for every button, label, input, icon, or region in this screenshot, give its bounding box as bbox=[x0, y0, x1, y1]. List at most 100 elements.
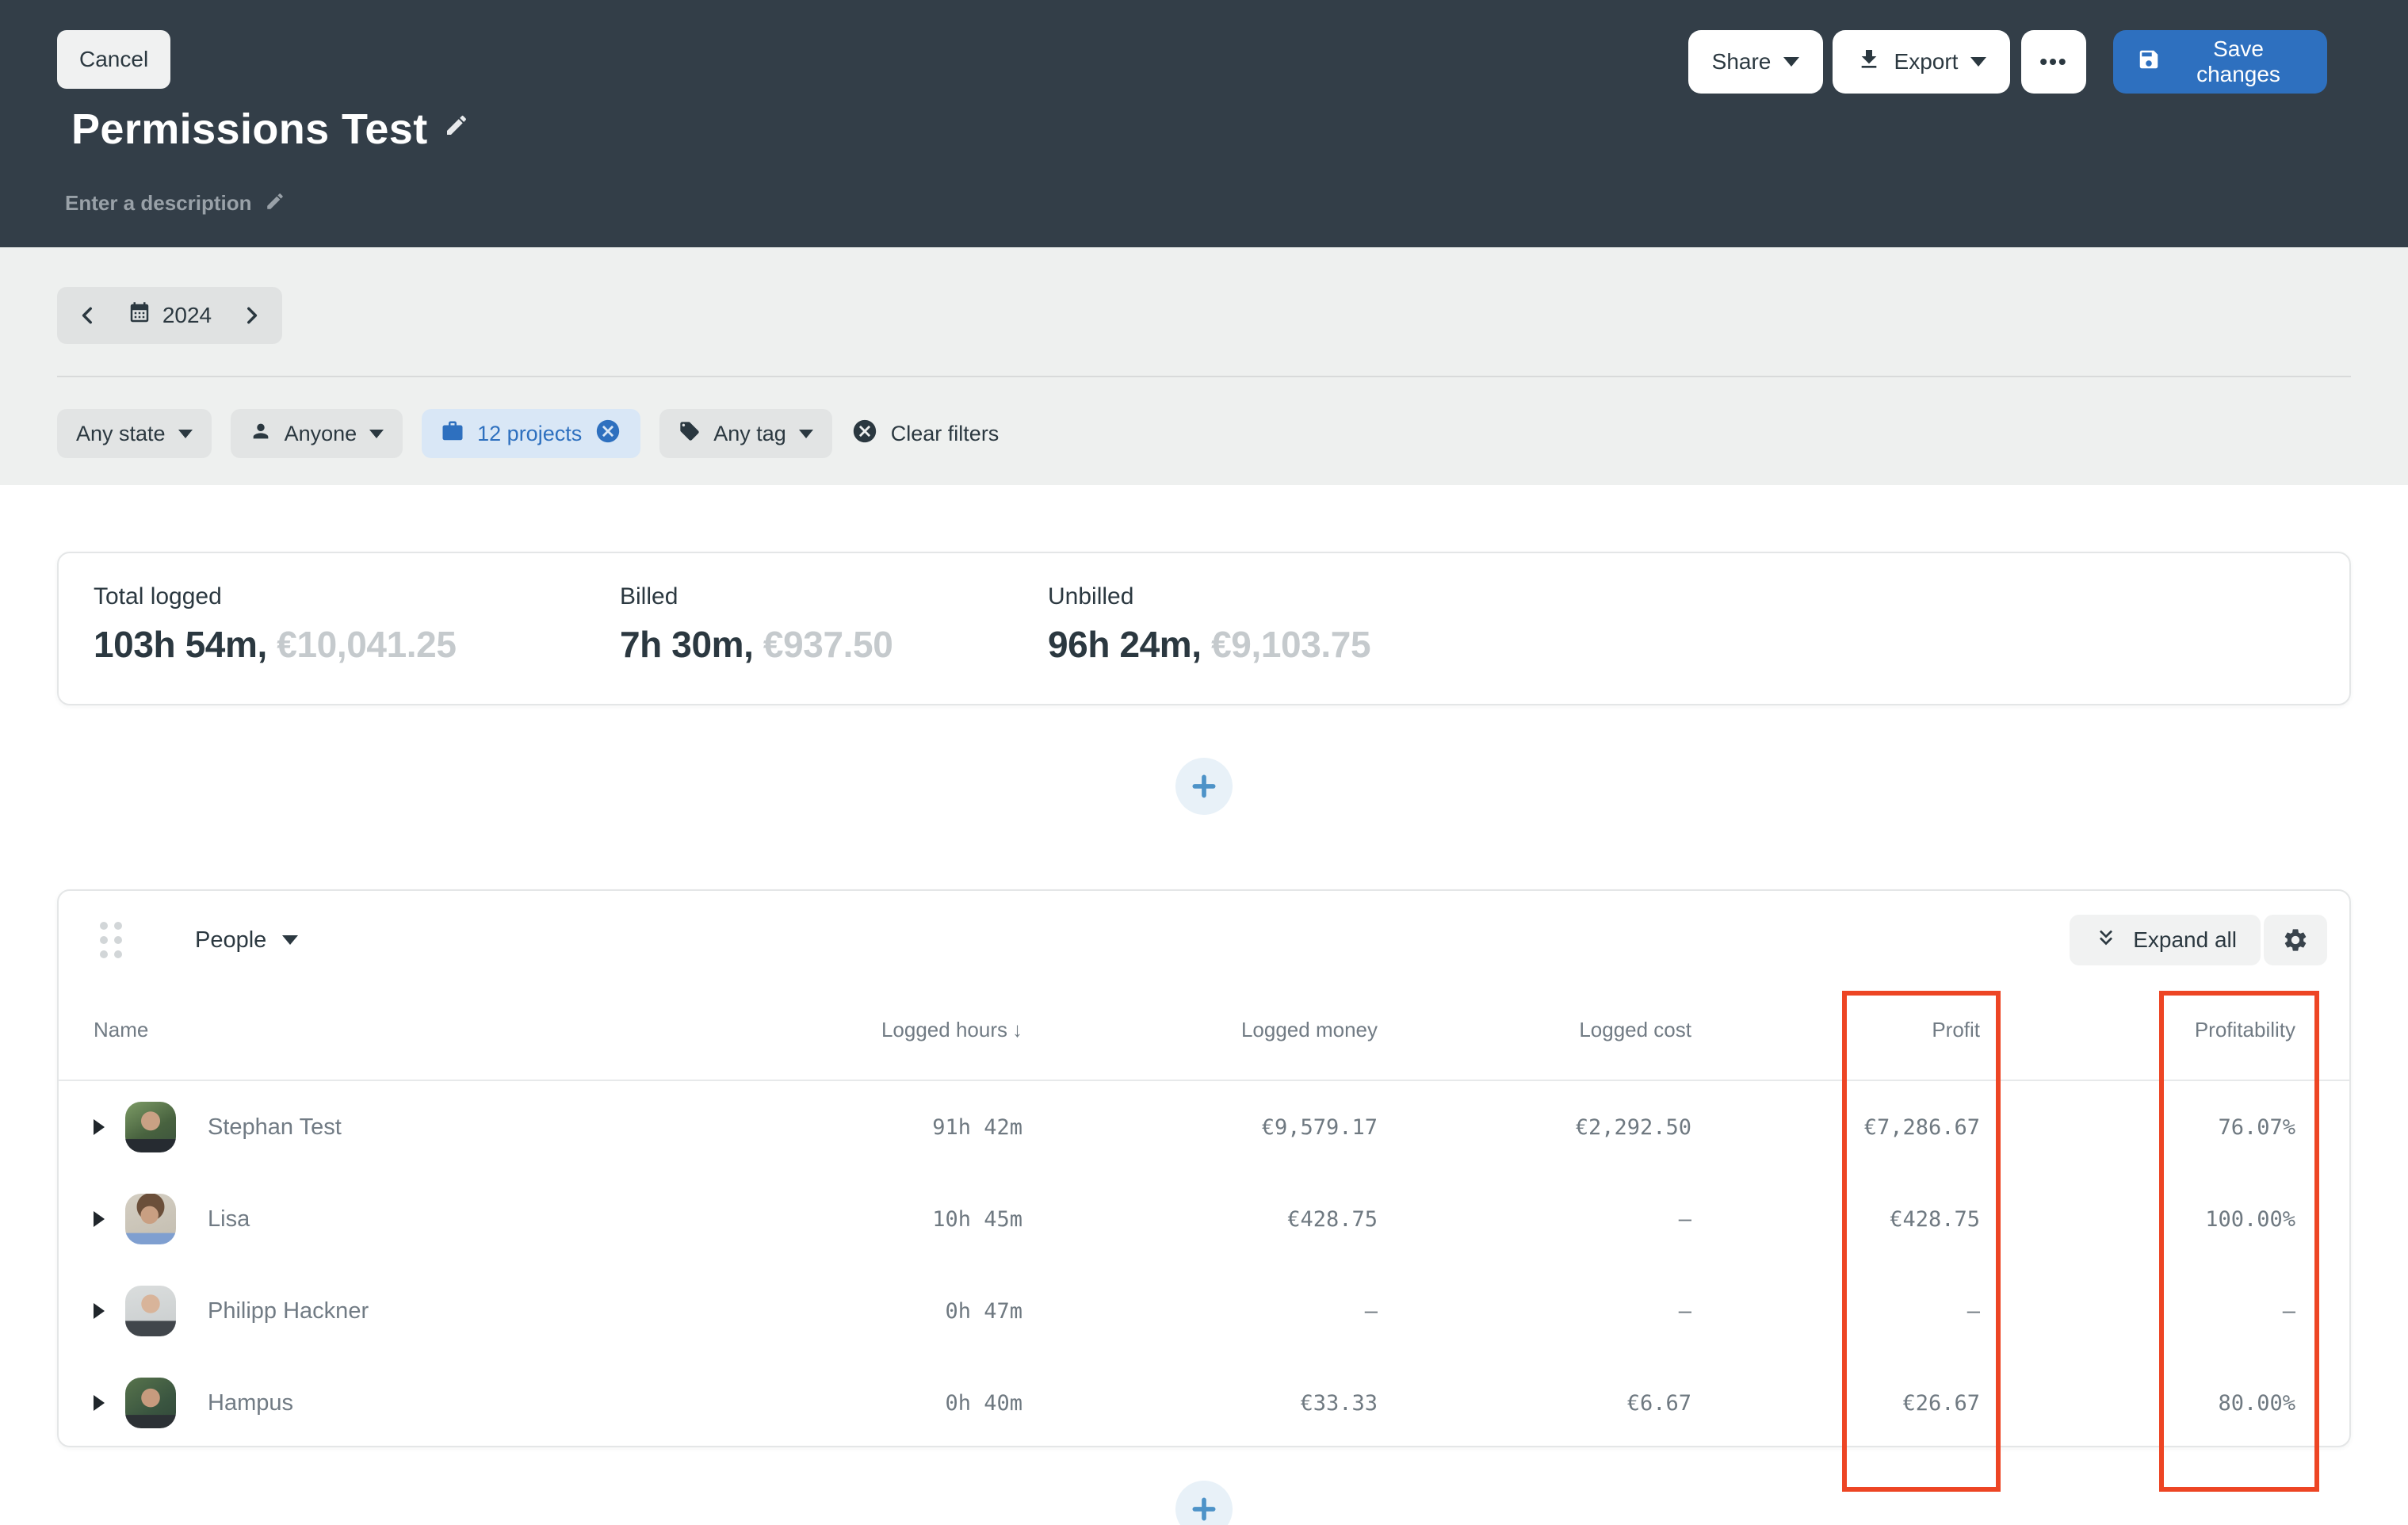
edit-title-pencil-icon[interactable] bbox=[444, 113, 469, 144]
column-header-logged-hours[interactable]: Logged hours ↓ bbox=[582, 1018, 1022, 1042]
subheader: 2024 Any state Anyone 12 projects Any ta… bbox=[0, 247, 2408, 485]
add-widget-button[interactable] bbox=[1175, 1481, 1233, 1525]
profit-value: €26.67 bbox=[1902, 1390, 1980, 1416]
person-name: Hampus bbox=[208, 1389, 293, 1416]
table-header-row: Name Logged hours ↓ Logged money Logged c… bbox=[59, 980, 2349, 1081]
summary-unbilled: Unbilled 96h 24m, €9,103.75 bbox=[1048, 583, 1371, 666]
filter-state[interactable]: Any state bbox=[57, 409, 212, 458]
chevron-down-icon bbox=[798, 429, 813, 438]
summary-money: €10,041.25 bbox=[277, 624, 457, 665]
tag-icon bbox=[678, 420, 701, 448]
share-label: Share bbox=[1711, 49, 1772, 74]
summary-label: Unbilled bbox=[1048, 583, 1134, 610]
gear-icon bbox=[2284, 929, 2307, 951]
widget-settings-button[interactable] bbox=[2264, 915, 2327, 965]
download-icon bbox=[1856, 47, 1882, 78]
person-name: Philipp Hackner bbox=[208, 1298, 369, 1324]
summary-label: Total logged bbox=[94, 583, 222, 610]
profitability-value: 80.00% bbox=[2218, 1390, 2295, 1416]
expand-row-icon[interactable] bbox=[94, 1303, 105, 1319]
filter-assignee[interactable]: Anyone bbox=[230, 409, 403, 458]
group-by-label: People bbox=[195, 927, 267, 953]
table-row[interactable]: Philipp Hackner 0h 47m — — — — bbox=[59, 1265, 2349, 1357]
profitability-value: — bbox=[2282, 1298, 2295, 1324]
table-row[interactable]: Stephan Test 91h 42m €9,579.17 €2,292.50… bbox=[59, 1081, 2349, 1173]
export-label: Export bbox=[1894, 49, 1959, 74]
column-header-profitability[interactable]: Profitability bbox=[1980, 1018, 2295, 1042]
profit-value: — bbox=[1967, 1298, 1980, 1324]
description-field[interactable]: Enter a description bbox=[65, 189, 285, 218]
divider bbox=[57, 376, 2351, 377]
profitability-value: 100.00% bbox=[2205, 1206, 2295, 1232]
summary-money: €9,103.75 bbox=[1211, 624, 1371, 665]
share-button[interactable]: Share bbox=[1688, 30, 1823, 94]
clear-filters-label: Clear filters bbox=[890, 421, 1000, 445]
expand-all-button[interactable]: Expand all bbox=[2070, 915, 2261, 965]
export-button[interactable]: Export bbox=[1833, 30, 2010, 94]
filter-projects[interactable]: 12 projects bbox=[422, 409, 641, 458]
drag-handle-icon[interactable] bbox=[100, 922, 122, 958]
column-header-logged-money[interactable]: Logged money bbox=[1022, 1018, 1378, 1042]
filter-tag[interactable]: Any tag bbox=[659, 409, 832, 458]
description-placeholder: Enter a description bbox=[65, 191, 252, 215]
logged-hours-value: 0h 40m bbox=[945, 1390, 1022, 1416]
filter-projects-label: 12 projects bbox=[477, 421, 583, 445]
table-row[interactable]: Lisa 10h 45m €428.75 — €428.75 100.00% bbox=[59, 1173, 2349, 1265]
expand-row-icon[interactable] bbox=[94, 1119, 105, 1135]
next-period-button[interactable] bbox=[241, 305, 262, 326]
expand-row-icon[interactable] bbox=[94, 1211, 105, 1227]
plus-icon bbox=[1192, 774, 1216, 798]
cancel-button[interactable]: Cancel bbox=[57, 30, 171, 89]
page-title: Permissions Test bbox=[71, 105, 428, 153]
logged-hours-value: 91h 42m bbox=[932, 1114, 1022, 1140]
previous-period-button[interactable] bbox=[78, 305, 98, 326]
logged-cost-value: €2,292.50 bbox=[1575, 1114, 1691, 1140]
date-range-picker[interactable]: 2024 bbox=[57, 287, 282, 344]
chevron-down-icon bbox=[178, 429, 193, 438]
avatar bbox=[125, 1102, 176, 1152]
group-by-dropdown[interactable]: People bbox=[195, 927, 299, 954]
column-header-name[interactable]: Name bbox=[59, 1018, 582, 1042]
logged-cost-value: — bbox=[1678, 1298, 1691, 1324]
edit-description-pencil-icon[interactable] bbox=[265, 189, 285, 218]
double-chevron-down-icon bbox=[2093, 925, 2119, 956]
save-icon bbox=[2137, 48, 2161, 77]
summary-hours: 103h 54m, bbox=[94, 624, 267, 665]
save-changes-button[interactable]: Save changes bbox=[2113, 30, 2327, 94]
chevron-down-icon bbox=[369, 429, 384, 438]
profitability-value: 76.07% bbox=[2218, 1114, 2295, 1140]
expand-row-icon[interactable] bbox=[94, 1395, 105, 1411]
logged-money-value: €9,579.17 bbox=[1261, 1114, 1378, 1140]
logged-cost-value: — bbox=[1678, 1206, 1691, 1232]
avatar bbox=[125, 1286, 176, 1336]
summary-card: Total logged 103h 54m, €10,041.25 Billed… bbox=[57, 552, 2351, 705]
more-options-button[interactable]: ••• bbox=[2021, 30, 2086, 94]
expand-all-label: Expand all bbox=[2133, 927, 2237, 952]
person-icon bbox=[250, 420, 272, 448]
column-header-logged-cost[interactable]: Logged cost bbox=[1378, 1018, 1691, 1042]
summary-label: Billed bbox=[620, 583, 678, 610]
chevron-down-icon bbox=[1783, 57, 1800, 67]
date-range-label: 2024 bbox=[162, 303, 212, 327]
save-changes-label: Save changes bbox=[2196, 36, 2280, 86]
add-widget-button[interactable] bbox=[1175, 758, 1233, 815]
profit-value: €428.75 bbox=[1890, 1206, 1980, 1232]
logged-cost-value: €6.67 bbox=[1626, 1390, 1691, 1416]
filter-tag-label: Any tag bbox=[713, 421, 786, 445]
topbar-actions: Share Export ••• Save changes bbox=[1688, 30, 2327, 94]
table-row[interactable]: Hampus 0h 40m €33.33 €6.67 €26.67 80.00% bbox=[59, 1357, 2349, 1446]
logged-hours-value: 0h 47m bbox=[945, 1298, 1022, 1324]
plus-icon bbox=[1192, 1497, 1216, 1521]
column-header-profit[interactable]: Profit bbox=[1691, 1018, 1980, 1042]
report-page: Cancel Permissions Test Enter a descript… bbox=[0, 0, 2408, 1525]
summary-total-logged: Total logged 103h 54m, €10,041.25 bbox=[94, 583, 457, 666]
person-name: Stephan Test bbox=[208, 1114, 342, 1140]
remove-filter-icon[interactable] bbox=[594, 418, 621, 450]
briefcase-icon bbox=[441, 419, 464, 449]
clear-filters-button[interactable]: Clear filters bbox=[851, 418, 1000, 450]
calendar-icon bbox=[128, 301, 151, 331]
clear-filters-icon bbox=[851, 418, 878, 450]
logged-money-value: €428.75 bbox=[1287, 1206, 1378, 1232]
summary-hours: 7h 30m, bbox=[620, 624, 754, 665]
profit-value: €7,286.67 bbox=[1863, 1114, 1980, 1140]
